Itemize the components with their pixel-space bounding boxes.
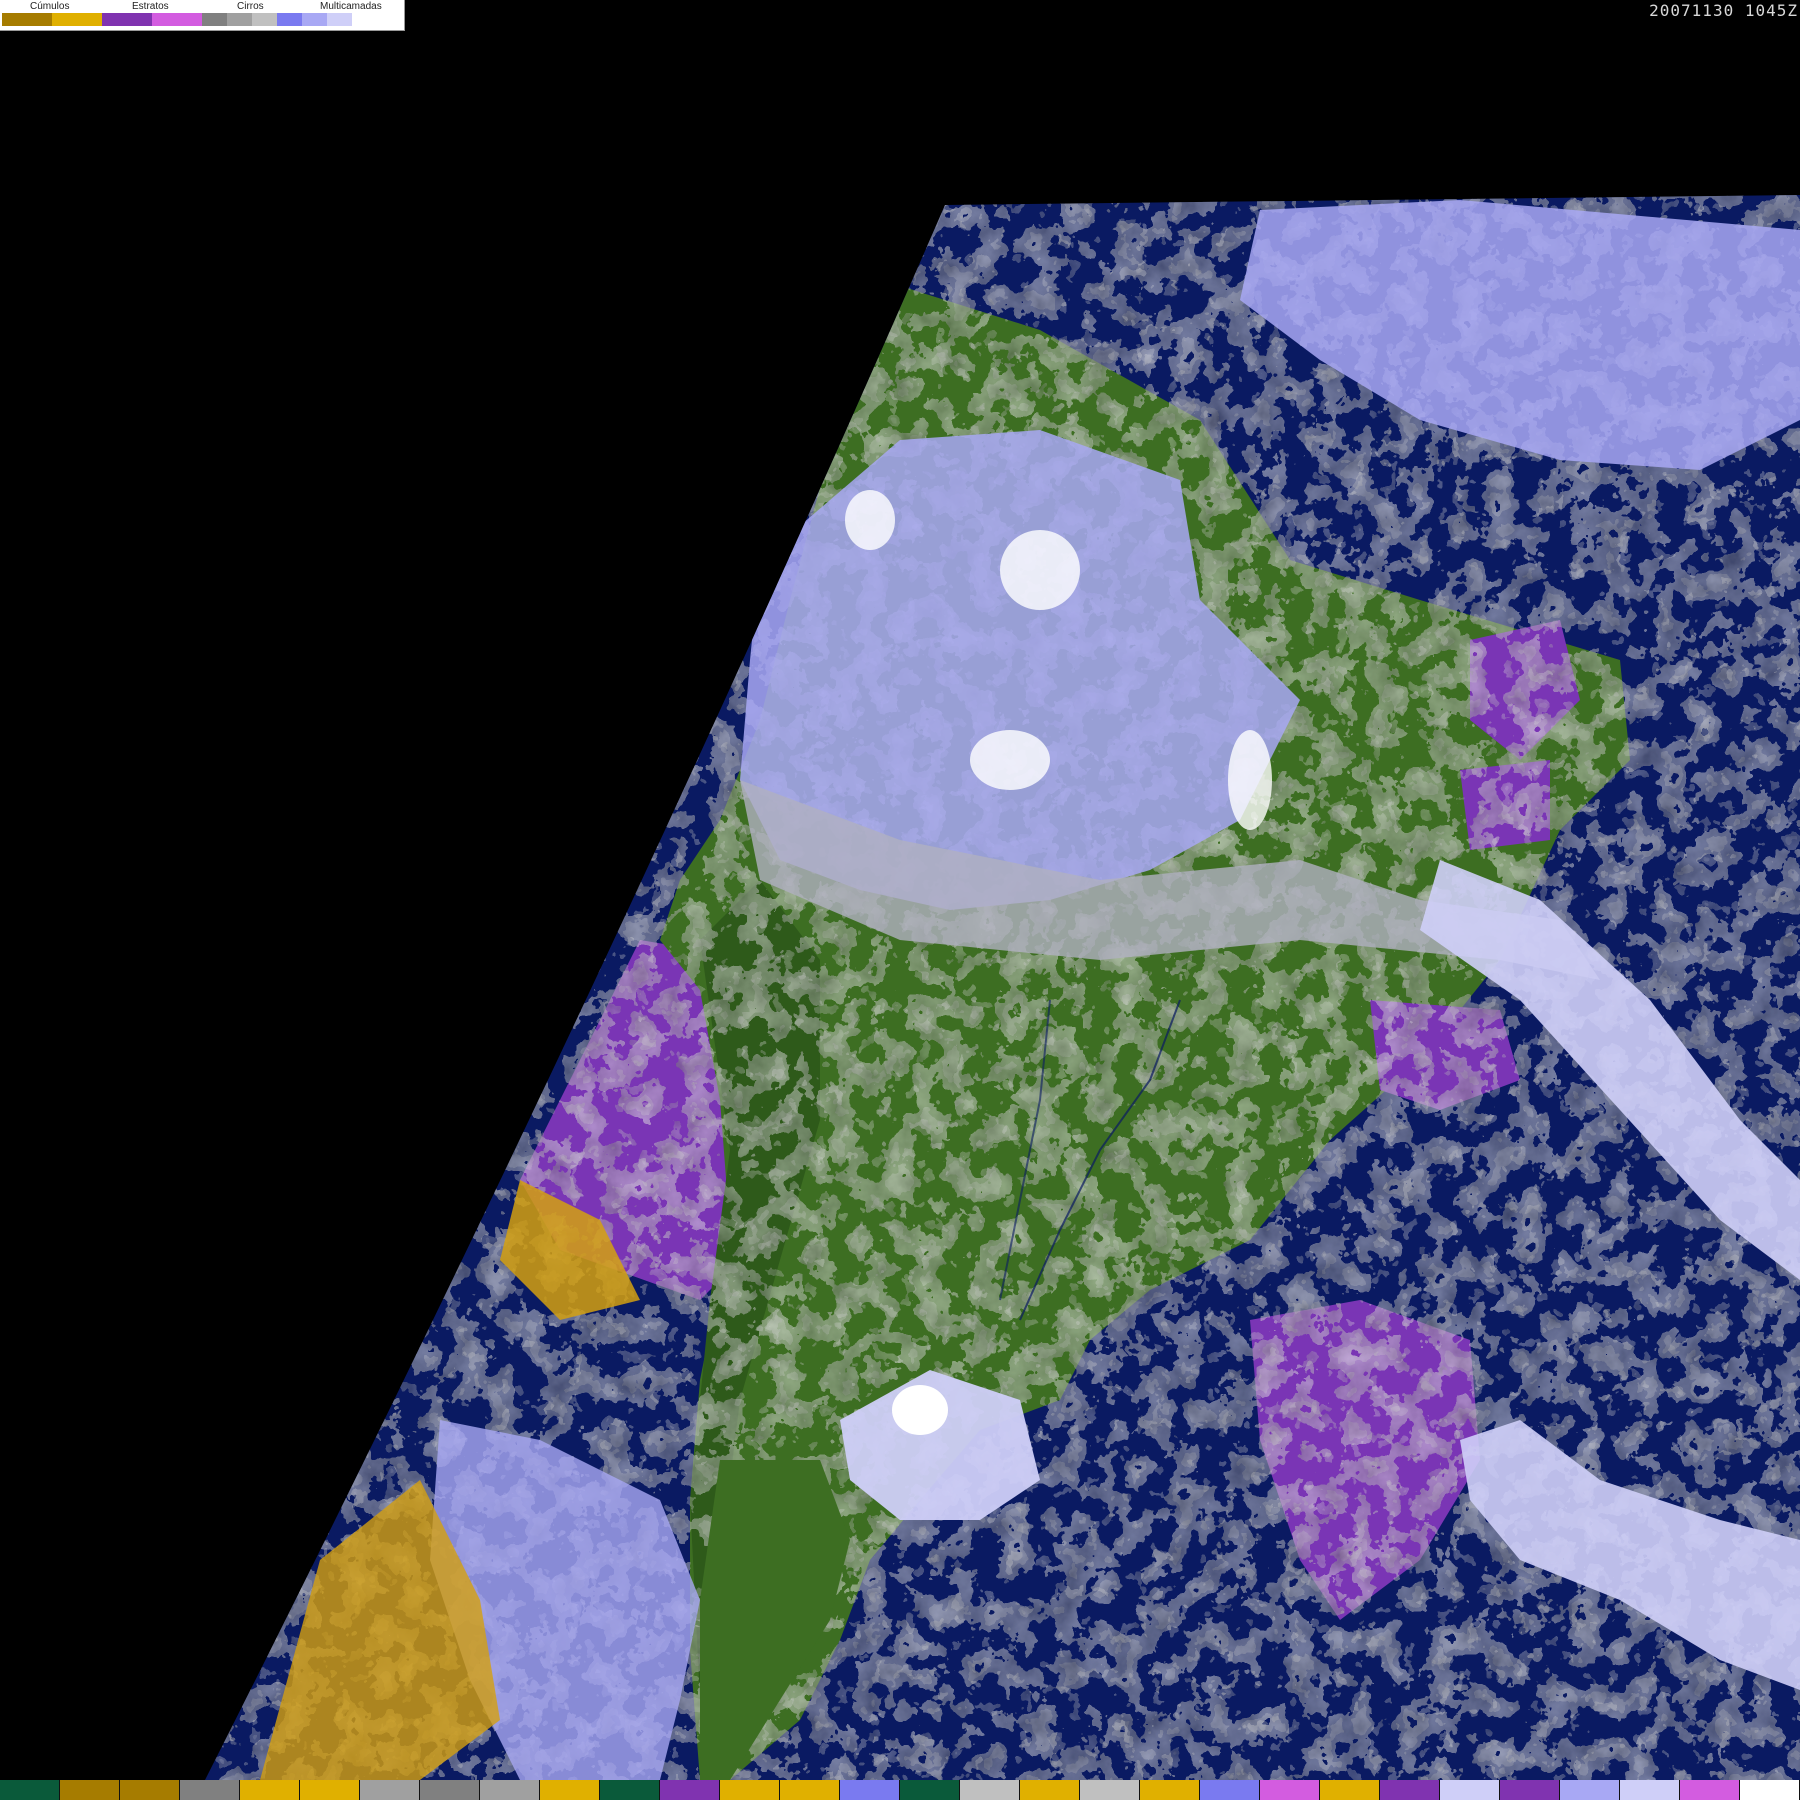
- legend-swatch: [102, 13, 152, 26]
- color-bar-segment: [120, 1780, 180, 1800]
- color-bar-segment: [780, 1780, 840, 1800]
- legend-label-cumulus: Cúmulos: [30, 1, 70, 12]
- legend-label-multilayer: Multicamadas: [320, 1, 382, 12]
- convective-cell: [845, 490, 895, 550]
- convective-cell: [1228, 730, 1272, 830]
- color-bar-segment: [900, 1780, 960, 1800]
- color-bar-segment: [960, 1780, 1020, 1800]
- convective-cell: [1000, 530, 1080, 610]
- legend-swatch: [152, 13, 202, 26]
- legend-swatch: [277, 13, 302, 26]
- legend-swatch: [252, 13, 277, 26]
- color-bar-segment: [1680, 1780, 1740, 1800]
- earth-disc: [205, 195, 1800, 1780]
- color-bar-segment: [600, 1780, 660, 1800]
- legend-swatch: [327, 13, 352, 26]
- color-bar-segment: [540, 1780, 600, 1800]
- legend-swatch: [52, 13, 102, 26]
- color-bar-segment: [0, 1780, 60, 1800]
- color-bar-segment: [1200, 1780, 1260, 1800]
- color-bar-segment: [300, 1780, 360, 1800]
- legend-swatch: [2, 13, 52, 26]
- color-bar-segment: [1500, 1780, 1560, 1800]
- image-timestamp: 20071130 1045Z: [1649, 1, 1798, 20]
- color-bar-segment: [1620, 1780, 1680, 1800]
- color-bar-segment: [1080, 1780, 1140, 1800]
- cloud-type-legend: Cúmulos Estratos Cirros Multicamadas: [0, 0, 405, 31]
- color-bar-segment: [480, 1780, 540, 1800]
- legend-label-cirrus: Cirros: [237, 1, 264, 12]
- legend-swatch: [352, 13, 377, 26]
- legend-swatch: [302, 13, 327, 26]
- legend-label-stratus: Estratos: [132, 1, 169, 12]
- color-bar-segment: [1260, 1780, 1320, 1800]
- color-bar-segment: [1020, 1780, 1080, 1800]
- color-bar-segment: [180, 1780, 240, 1800]
- color-bar-segment: [660, 1780, 720, 1800]
- color-bar-segment: [1140, 1780, 1200, 1800]
- color-bar-segment: [60, 1780, 120, 1800]
- legend-swatches: [2, 13, 377, 26]
- color-bar-segment: [1440, 1780, 1500, 1800]
- color-bar-segment: [720, 1780, 780, 1800]
- color-bar-segment: [240, 1780, 300, 1800]
- legend-swatch: [227, 13, 252, 26]
- color-bar-segment: [1380, 1780, 1440, 1800]
- color-bar-segment: [1320, 1780, 1380, 1800]
- color-bar-segment: [420, 1780, 480, 1800]
- bottom-color-bar: [0, 1780, 1800, 1800]
- storm-core: [892, 1385, 948, 1435]
- color-bar-segment: [1560, 1780, 1620, 1800]
- color-bar-segment: [1740, 1780, 1800, 1800]
- satellite-cloud-map: [205, 195, 1800, 1780]
- color-bar-segment: [360, 1780, 420, 1800]
- legend-swatch: [202, 13, 227, 26]
- convective-cell: [970, 730, 1050, 790]
- color-bar-segment: [840, 1780, 900, 1800]
